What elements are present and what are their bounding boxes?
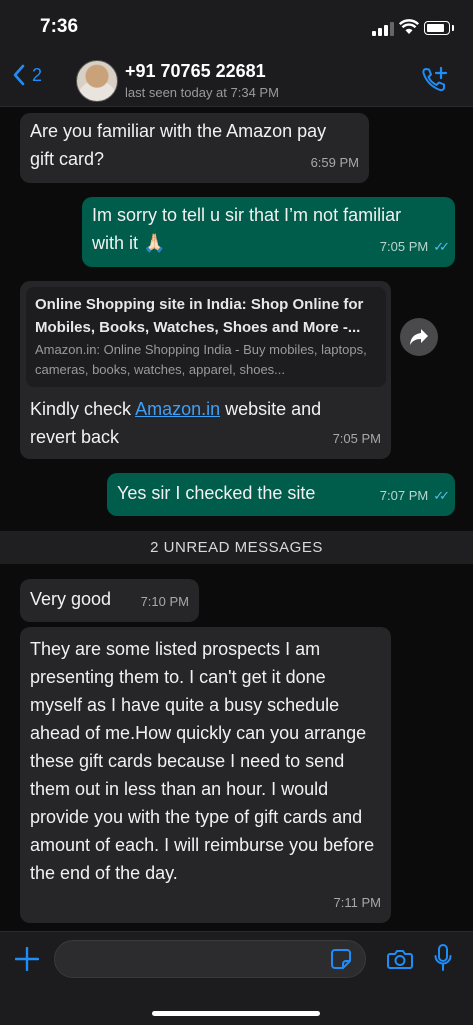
plus-icon[interactable] [15, 947, 39, 971]
chat-header: 2 +91 70765 22681 last seen today at 7:3… [0, 56, 473, 107]
mic-icon[interactable] [434, 944, 452, 972]
double-check-icon: ✓✓ [433, 488, 450, 503]
forward-icon [410, 329, 428, 345]
message-bubble-incoming[interactable]: Are you familiar with the Amazon pay gif… [20, 113, 369, 183]
status-time: 7:36 [40, 16, 79, 37]
message-time: 7:07 PM [379, 488, 429, 503]
camera-icon[interactable] [387, 948, 413, 970]
sticker-icon[interactable] [330, 948, 352, 970]
wifi-icon [399, 19, 419, 34]
message-bubble-outgoing[interactable]: Im sorry to tell u sir that I’m not fami… [82, 197, 455, 267]
back-button[interactable]: 2 [12, 64, 42, 86]
chevron-left-icon [13, 64, 25, 86]
link-preview-title: Online Shopping site in India: Shop Onli… [35, 296, 364, 336]
message-time: 7:11 PM [333, 895, 381, 910]
avatar[interactable] [76, 60, 118, 102]
double-check-icon: ✓✓ [433, 239, 450, 254]
message-time: 6:59 PM [310, 155, 359, 170]
unread-divider: 2 UNREAD MESSAGES [0, 531, 473, 564]
message-text: They are some listed prospects I am pres… [30, 639, 375, 883]
message-time: 7:05 PM [332, 431, 381, 446]
amazon-link[interactable]: Amazon.in [135, 399, 220, 419]
status-bar: 7:36 [0, 0, 473, 56]
composer-bar [0, 931, 473, 1025]
contact-name[interactable]: +91 70765 22681 [125, 61, 266, 82]
last-seen-status: last seen today at 7:34 PM [125, 85, 279, 100]
message-input[interactable] [54, 940, 366, 978]
call-add-icon[interactable] [420, 66, 448, 94]
link-preview-description: Amazon.in: Online Shopping India - Buy m… [35, 342, 367, 377]
battery-icon [424, 21, 454, 35]
home-indicator [152, 1011, 320, 1016]
forward-button[interactable] [400, 318, 438, 356]
message-bubble-incoming[interactable]: Online Shopping site in India: Shop Onli… [20, 281, 391, 459]
message-bubble-outgoing[interactable]: Yes sir I checked the site 7:07 PM ✓✓ [107, 473, 455, 516]
message-list[interactable]: Are you familiar with the Amazon pay gif… [0, 107, 473, 931]
link-preview-card[interactable]: Online Shopping site in India: Shop Onli… [26, 287, 386, 387]
message-text: Kindly check Amazon.in website and rever… [30, 399, 322, 447]
cellular-signal-icon [372, 22, 396, 36]
message-time: 7:05 PM [379, 239, 429, 254]
message-text: Are you familiar with the Amazon pay gif… [30, 121, 327, 169]
message-bubble-incoming[interactable]: They are some listed prospects I am pres… [20, 627, 391, 923]
message-time: 7:10 PM [140, 594, 189, 609]
unread-chats-count: 2 [32, 64, 43, 85]
message-bubble-incoming[interactable]: Very good 7:10 PM [20, 579, 199, 622]
